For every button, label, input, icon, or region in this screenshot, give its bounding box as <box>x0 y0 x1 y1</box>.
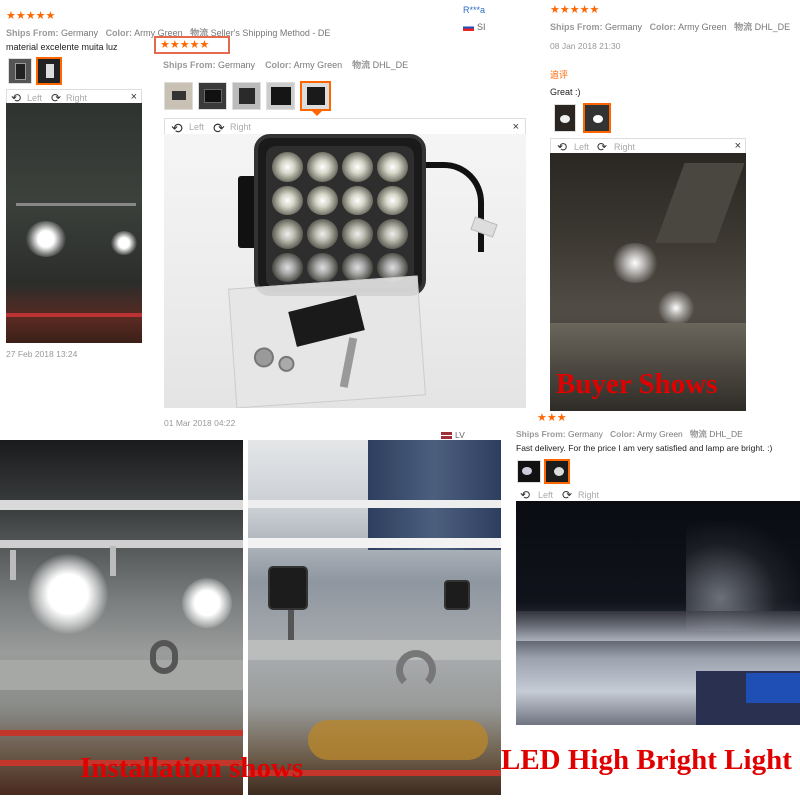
rotate-left-label[interactable]: Left <box>538 490 553 500</box>
close-viewer-icon[interactable]: × <box>735 140 741 152</box>
rotate-left-icon[interactable]: ⟲ <box>520 488 530 502</box>
review-date: 27 Feb 2018 13:24 <box>6 349 78 359</box>
review-thumbnail[interactable] <box>266 82 295 110</box>
rotate-right-icon[interactable]: ⟳ <box>597 140 607 154</box>
rating-stars: ★★★ <box>537 412 567 424</box>
selected-pointer-icon <box>312 111 322 116</box>
reviewer-country: LV <box>441 430 465 440</box>
caption-buyer-shows: Buyer Shows <box>556 368 718 400</box>
installation-photo-lights-on[interactable] <box>0 440 243 795</box>
color-value: Army Green <box>293 60 343 70</box>
flag-si-icon <box>463 24 474 32</box>
review-thumbnail[interactable] <box>554 104 576 132</box>
rotate-right-label[interactable]: Right <box>66 93 87 103</box>
color-label: Color: <box>265 60 292 70</box>
review-thumbnail-selected[interactable] <box>36 57 62 85</box>
caption-installation-shows: Installation shows <box>80 752 304 784</box>
close-viewer-icon[interactable]: × <box>513 121 519 133</box>
review-photo-snow-road-night[interactable] <box>516 501 800 725</box>
shipping-label: 物流 <box>689 429 707 439</box>
review-thumbnail[interactable] <box>8 58 32 84</box>
image-viewer-toolbar: ⟲ Left ⟳ Right × <box>6 89 142 105</box>
color-value: Army Green <box>636 429 683 439</box>
ships-from-value: Germany <box>218 60 256 70</box>
image-viewer-toolbar: ⟲ Left ⟳ Right × <box>164 118 526 136</box>
shipping-value: DHL_DE <box>754 22 791 32</box>
rotate-left-label[interactable]: Left <box>574 142 589 152</box>
rating-stars: ★★★★★ <box>160 39 210 51</box>
rating-stars: ★★★★★ <box>6 10 56 22</box>
rating-stars: ★★★★★ <box>550 4 600 16</box>
flag-lv-icon <box>441 432 452 440</box>
review-text: material excelente muita luz <box>6 42 118 52</box>
review-thumbnail[interactable] <box>232 82 261 110</box>
rotate-left-label[interactable]: Left <box>27 93 42 103</box>
review-thumbnail[interactable] <box>517 460 541 483</box>
ships-from-value: Germany <box>567 429 603 439</box>
review-text: Fast delivery. For the price I am very s… <box>516 443 773 453</box>
ships-from-value: Germany <box>605 22 643 32</box>
review-meta: Ships From: Germany Color: Army Green 物流… <box>550 20 790 33</box>
color-value: Army Green <box>678 22 727 32</box>
review-thumbnail[interactable] <box>198 82 227 110</box>
ships-from-label: Ships From: <box>516 429 566 439</box>
ships-from-label: Ships From: <box>6 28 59 38</box>
ships-from-label: Ships From: <box>550 22 603 32</box>
shipping-label: 物流 <box>352 60 371 70</box>
color-label: Color: <box>105 28 133 38</box>
close-viewer-icon[interactable]: × <box>131 91 137 103</box>
reviewer-country: SI <box>463 22 486 32</box>
color-label: Color: <box>649 22 677 32</box>
shipping-label: 物流 <box>734 22 753 32</box>
review-thumbnail-selected[interactable] <box>544 459 570 484</box>
ships-from-label: Ships From: <box>163 60 216 70</box>
caption-led-high-bright-light: LED High Bright Light <box>501 744 792 776</box>
image-viewer-toolbar: ⟲ Left ⟳ Right × <box>550 138 746 154</box>
review-date: 08 Jan 2018 21:30 <box>550 41 621 51</box>
rotate-left-icon[interactable]: ⟲ <box>557 140 567 154</box>
country-code: LV <box>455 430 465 440</box>
additional-feedback-tag: 追评 <box>550 70 569 80</box>
review-thumbnail-selected[interactable] <box>583 103 611 133</box>
rotate-right-label[interactable]: Right <box>578 490 599 500</box>
installation-photo-mounted-lamps[interactable] <box>248 440 501 795</box>
rotate-left-label[interactable]: Left <box>189 122 204 132</box>
ships-from-value: Germany <box>61 28 99 38</box>
review-photo-truck-lights[interactable] <box>6 103 142 343</box>
reviewer-name[interactable]: R***a <box>463 5 485 15</box>
country-code: SI <box>477 22 486 32</box>
image-viewer-toolbar: ⟲ Left ⟳ Right <box>516 487 800 502</box>
rotate-right-label[interactable]: Right <box>614 142 635 152</box>
rotate-right-icon[interactable]: ⟳ <box>562 488 572 502</box>
rotate-right-label[interactable]: Right <box>230 122 251 132</box>
review-text: Great :) <box>550 87 581 97</box>
review-thumbnail[interactable] <box>164 82 193 110</box>
review-date: 01 Mar 2018 04:22 <box>164 418 236 428</box>
color-label: Color: <box>610 429 636 439</box>
review-thumbnail-selected[interactable] <box>300 81 331 111</box>
shipping-value: DHL_DE <box>372 60 409 70</box>
shipping-value: DHL_DE <box>709 429 743 439</box>
review-photo-led-light-product[interactable] <box>164 134 526 408</box>
review-meta: Ships From: Germany Color: Army Green 物流… <box>516 428 743 440</box>
review-meta: Ships From: Germany Color: Army Green 物流… <box>163 58 408 71</box>
